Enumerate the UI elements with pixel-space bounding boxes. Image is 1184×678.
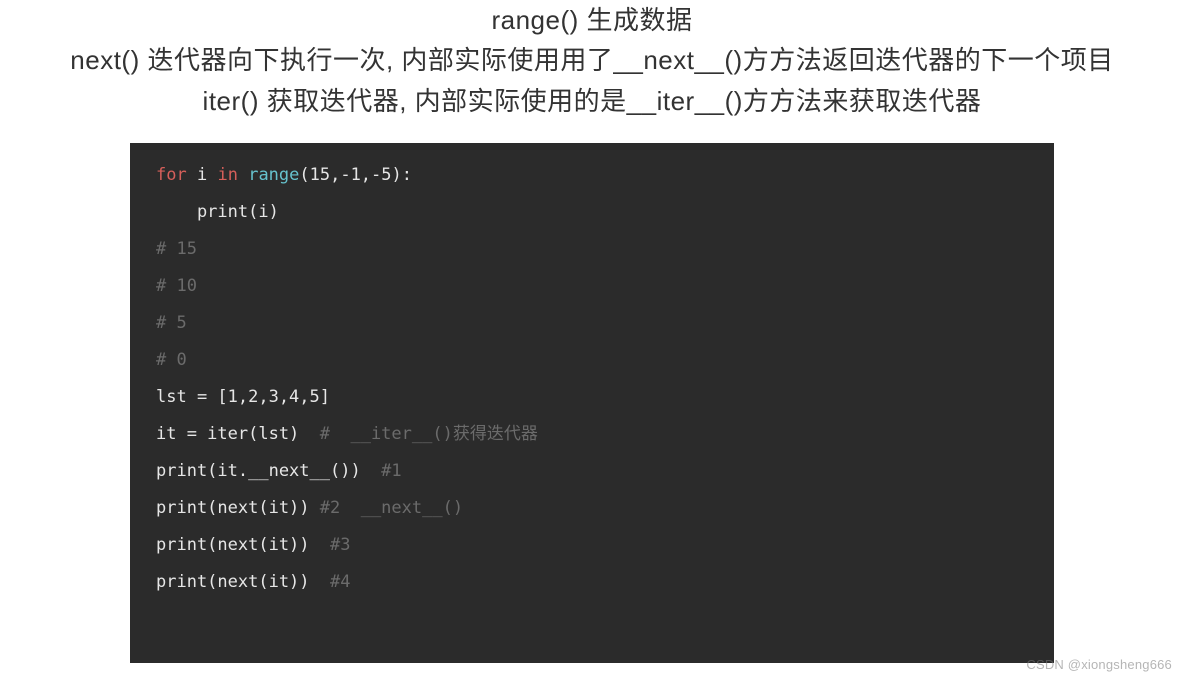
- code-line-3: # 15: [156, 231, 1028, 268]
- header-line-1: range() 生成数据: [0, 0, 1184, 40]
- code-line-7: lst = [1,2,3,4,5]: [156, 379, 1028, 416]
- code-line-1: for i in range(15,-1,-5):: [156, 157, 1028, 194]
- code-line-12: print(next(it)) #4: [156, 564, 1028, 601]
- watermark-text: CSDN @xiongsheng666: [1026, 657, 1172, 672]
- code-block: for i in range(15,-1,-5): print(i) # 15 …: [130, 143, 1054, 663]
- header-section: range() 生成数据 next() 迭代器向下执行一次, 内部实际使用用了_…: [0, 0, 1184, 121]
- keyword-for: for: [156, 165, 187, 185]
- code-line-2: print(i): [156, 194, 1028, 231]
- code-line-6: # 0: [156, 342, 1028, 379]
- var-i: i: [197, 165, 207, 185]
- code-container: for i in range(15,-1,-5): print(i) # 15 …: [130, 143, 1054, 663]
- code-line-4: # 10: [156, 268, 1028, 305]
- code-line-8: it = iter(lst) # __iter__()获得迭代器: [156, 416, 1028, 453]
- code-line-9: print(it.__next__()) #1: [156, 453, 1028, 490]
- header-line-3: iter() 获取迭代器, 内部实际使用的是__iter__()方方法来获取迭代…: [0, 81, 1184, 121]
- code-line-5: # 5: [156, 305, 1028, 342]
- fn-range: range: [248, 165, 299, 185]
- comment-iter: # __iter__()获得迭代器: [320, 424, 538, 444]
- header-line-2: next() 迭代器向下执行一次, 内部实际使用用了__next__()方方法返…: [0, 40, 1184, 80]
- range-args: (15,-1,-5):: [299, 165, 412, 185]
- keyword-in: in: [217, 165, 237, 185]
- code-line-10: print(next(it)) #2 __next__(): [156, 490, 1028, 527]
- code-line-11: print(next(it)) #3: [156, 527, 1028, 564]
